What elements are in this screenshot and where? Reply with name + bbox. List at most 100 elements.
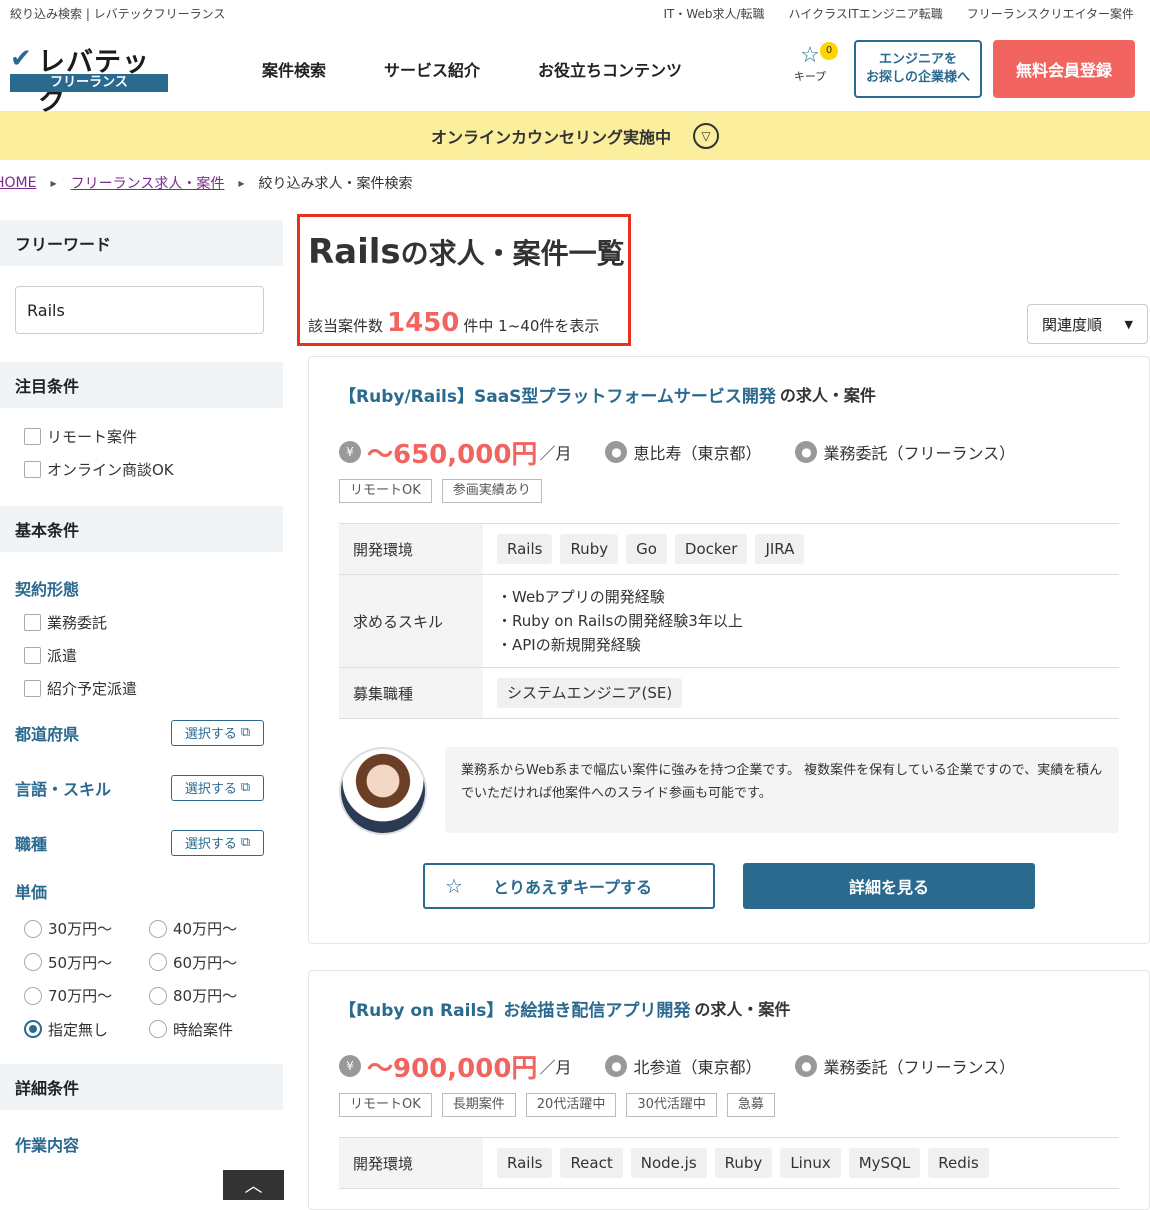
radio-label: 70万円〜: [48, 987, 113, 1006]
skill-row: 言語・スキル 選択する ⧉: [0, 760, 283, 815]
nav-contents[interactable]: お役立ちコンテンツ: [538, 57, 682, 81]
yen-icon: ¥: [339, 441, 361, 463]
top-link-creator[interactable]: フリーランスクリエイター案件: [967, 5, 1134, 22]
detail-button[interactable]: 詳細を見る: [743, 863, 1035, 909]
radio-label: 60万円〜: [173, 953, 238, 972]
nav-job-search[interactable]: 案件検索: [262, 57, 326, 81]
job-row: 職種 選択する ⧉: [0, 815, 283, 870]
checkbox-temp-to-perm[interactable]: 紹介予定派遣: [0, 672, 283, 705]
radio-circle-selected[interactable]: [24, 1020, 42, 1039]
env-pill: Rails: [497, 534, 553, 564]
job-select-button[interactable]: 選択する ⧉: [171, 829, 264, 856]
job-title-row: 【Ruby/Rails】SaaS型プラットフォームサービス開発 の求人・案件: [339, 381, 1119, 407]
title-rest: の求人・案件一覧: [400, 237, 625, 270]
radio-label: 40万円〜: [173, 920, 238, 939]
prefecture-label: 都道府県: [15, 724, 80, 744]
job-title-link[interactable]: 【Ruby/Rails】SaaS型プラットフォームサービス開発: [339, 382, 776, 407]
external-link-icon: ⧉: [240, 780, 251, 795]
breadcrumb-list[interactable]: フリーランス求人・案件: [71, 173, 225, 193]
checkbox-box[interactable]: [24, 680, 41, 697]
work-label[interactable]: 作業内容: [0, 1126, 283, 1162]
nav-service[interactable]: サービス紹介: [384, 57, 480, 81]
job-contract: 業務委託（フリーランス）: [823, 1058, 1016, 1077]
agent-comment-text: 業務系からWeb系まで幅広い案件に強みを持つ企業です。 複数案件を保有している企…: [445, 747, 1119, 833]
checkbox-box[interactable]: [24, 647, 41, 664]
external-link-icon: ⧉: [240, 725, 251, 740]
checkbox-remote[interactable]: リモート案件: [0, 420, 283, 453]
checkbox-box[interactable]: [24, 614, 41, 631]
freeword-input[interactable]: Rails: [15, 286, 264, 334]
logo[interactable]: ✔ レバテック フリーランス: [10, 40, 170, 117]
skill-select-button[interactable]: 選択する ⧉: [171, 774, 264, 801]
chevron-down-icon[interactable]: ▽: [693, 123, 719, 149]
radio-circle[interactable]: [24, 986, 42, 1005]
radio-circle[interactable]: [24, 919, 42, 938]
scroll-top-button[interactable]: ︿: [223, 1170, 284, 1200]
table-row: 求めるスキル ・Webアプリの開発経験 ・Ruby on Railsの開発経験3…: [339, 575, 1119, 668]
radio-circle[interactable]: [149, 953, 167, 972]
radio-circle[interactable]: [149, 1020, 167, 1039]
top-link-it-web[interactable]: IT・Web求人/転職: [663, 5, 764, 22]
page-label: 絞り込み検索 | レバテックフリーランス: [10, 6, 226, 21]
job-contract: 業務委託（フリーランス）: [823, 444, 1016, 463]
job-title-link[interactable]: 【Ruby on Rails】お絵描き配信アプリ開発: [339, 996, 690, 1021]
radio-60[interactable]: 60万円〜: [149, 946, 274, 980]
checkbox-online[interactable]: オンライン商談OK: [0, 453, 283, 486]
radio-40[interactable]: 40万円〜: [149, 912, 274, 946]
env-pills: Rails React Node.js Ruby Linux MySQL Red…: [483, 1138, 1119, 1188]
keep-button[interactable]: ☆ とりあえずキープする: [423, 863, 715, 909]
location-pin-icon: ●: [605, 1055, 628, 1077]
radio-50[interactable]: 50万円〜: [24, 946, 149, 980]
keep-link[interactable]: ☆ 0 キープ: [790, 42, 838, 84]
site-header: ✔ レバテック フリーランス 案件検索 サービス紹介 お役立ちコンテンツ ☆ 0…: [0, 26, 1150, 117]
skill-label: 言語・スキル: [15, 779, 112, 799]
price-unit: ／月: [539, 1058, 572, 1077]
top-bar: 絞り込み検索 | レバテックフリーランス IT・Web求人/転職 ハイクラスIT…: [0, 0, 1150, 26]
sort-select[interactable]: 関連度順 ▼: [1027, 304, 1148, 344]
checkbox-box[interactable]: [24, 461, 41, 478]
radio-circle[interactable]: [24, 953, 42, 972]
corporate-button[interactable]: エンジニアを お探しの企業様へ: [854, 40, 982, 98]
logo-sub: フリーランス: [10, 74, 168, 92]
env-pills: Rails Ruby Go Docker JIRA: [483, 524, 1119, 574]
radio-80[interactable]: 80万円〜: [149, 979, 274, 1013]
logo-check-icon: ✔: [10, 44, 32, 74]
select-label: 選択する: [184, 727, 237, 742]
register-button[interactable]: 無料会員登録: [993, 40, 1135, 98]
env-pill: Node.js: [630, 1148, 707, 1178]
breadcrumb-home[interactable]: HOME: [0, 175, 36, 191]
checkbox-dispatch[interactable]: 派遣: [0, 639, 283, 672]
env-pill: Docker: [674, 534, 748, 564]
location-pin-icon: ●: [605, 441, 628, 463]
checkbox-outsourcing[interactable]: 業務委託: [0, 606, 283, 639]
top-link-highclass[interactable]: ハイクラスITエンジニア転職: [789, 5, 943, 22]
checkbox-box[interactable]: [24, 428, 41, 445]
job-tag: 20代活躍中: [525, 1093, 617, 1117]
radio-30[interactable]: 30万円〜: [24, 912, 149, 946]
env-label: 開発環境: [339, 1138, 483, 1188]
radio-label: 50万円〜: [48, 953, 113, 972]
job-card: 【Ruby/Rails】SaaS型プラットフォームサービス開発 の求人・案件 ¥ …: [308, 356, 1150, 944]
result-count: 該当案件数 1450 件中 1~40件を表示: [308, 308, 599, 338]
job-tags: リモートOK 参画実績あり: [339, 479, 1119, 503]
env-pill: Linux: [780, 1148, 841, 1178]
radio-hourly[interactable]: 時給案件: [149, 1013, 274, 1047]
job-spec-table: 開発環境 Rails Ruby Go Docker JIRA 求めるスキル ・W…: [339, 523, 1119, 719]
detail-heading: 詳細条件: [0, 1064, 283, 1110]
price-unit: ／月: [539, 444, 572, 463]
radio-circle[interactable]: [149, 986, 167, 1005]
yen-icon: ¥: [339, 1055, 361, 1077]
env-pill: Redis: [928, 1148, 989, 1178]
env-pill: Go: [626, 534, 667, 564]
job-title-row: 【Ruby on Rails】お絵描き配信アプリ開発 の求人・案件: [339, 995, 1119, 1021]
env-pill: React: [560, 1148, 623, 1178]
filter-sidebar: フリーワード Rails 注目条件 リモート案件 オンライン商談OK 基本条件 …: [0, 220, 283, 1200]
counseling-banner[interactable]: オンラインカウンセリング実施中 ▽: [0, 112, 1150, 160]
banner-text: オンラインカウンセリング実施中: [430, 128, 671, 147]
prefecture-select-button[interactable]: 選択する ⧉: [171, 719, 264, 746]
agent-avatar: [339, 747, 427, 835]
checkbox-label: 業務委託: [47, 614, 108, 632]
radio-70[interactable]: 70万円〜: [24, 979, 149, 1013]
radio-circle[interactable]: [149, 919, 167, 938]
radio-unspecified[interactable]: 指定無し: [24, 1013, 149, 1047]
